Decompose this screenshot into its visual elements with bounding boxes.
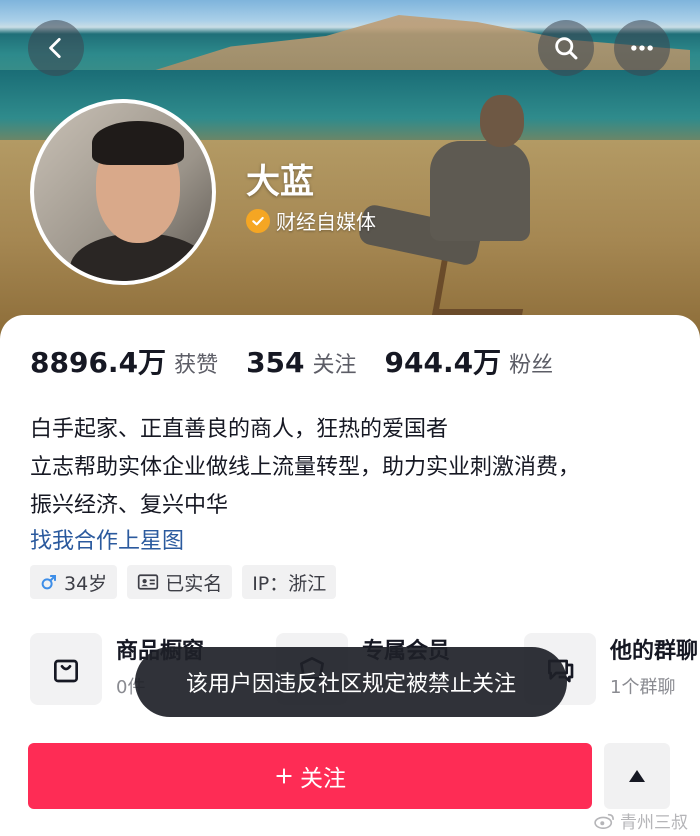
chevron-left-icon [49, 37, 61, 59]
follow-label: 关注 [300, 766, 346, 792]
tag-ip-location: IP：浙江 [242, 565, 337, 599]
feature-title: 他的群聊 [610, 639, 699, 664]
stats-row: 8896.4万 获赞 354 关注 944.4万 粉丝 [30, 341, 581, 381]
profile-tags: 34岁 已实名 IP：浙江 [30, 565, 337, 599]
follow-blocked-toast: 该用户因违反社区规定被禁止关注 [135, 647, 567, 717]
plus-icon [276, 768, 292, 784]
stat-followers[interactable]: 944.4万 粉丝 [385, 341, 554, 381]
back-button[interactable] [28, 20, 84, 76]
male-icon [41, 575, 56, 590]
shopping-bag-icon [54, 659, 78, 683]
weibo-watermark: 青州三叔 [594, 808, 688, 833]
weibo-icon [594, 813, 614, 829]
tag-verified-identity: 已实名 [127, 565, 233, 599]
watermark-text: 青州三叔 [620, 813, 688, 833]
verification-label: 财经自媒体 [276, 210, 376, 234]
search-button[interactable] [538, 20, 594, 76]
expand-button[interactable] [604, 743, 670, 809]
avatar[interactable] [30, 99, 216, 285]
stat-value: 944.4万 [384, 346, 502, 379]
banner-person-figure [357, 95, 540, 315]
tag-text: 已实名 [165, 572, 223, 595]
verified-check-icon [246, 208, 270, 233]
more-button[interactable] [614, 20, 670, 76]
verification-badge: 财经自媒体 [246, 206, 376, 235]
stat-likes: 8896.4万 获赞 [30, 341, 218, 381]
triangle-up-icon [629, 770, 645, 782]
bio: 白手起家、正直善良的商人，狂热的爱国者 立志帮助实体企业做线上流量转型，助力实业… [30, 411, 690, 525]
stat-label: 关注 [312, 353, 357, 378]
search-icon [555, 37, 578, 60]
stat-value: 8896.4万 [30, 346, 167, 379]
profile-name: 大蓝 [246, 162, 314, 202]
cooperation-link[interactable]: 找我合作上星图 [30, 523, 184, 555]
stat-label: 粉丝 [509, 353, 554, 378]
bio-line: 振兴经济、复兴中华 [30, 493, 229, 518]
follow-button[interactable]: 关注 [28, 743, 592, 809]
tag-text: IP：浙江 [252, 572, 327, 595]
bio-line: 立志帮助实体企业做线上流量转型，助力实业刺激消费， [30, 455, 581, 480]
more-horizontal-icon [631, 45, 653, 51]
tag-text: 34岁 [64, 572, 108, 595]
stat-value: 354 [246, 346, 305, 379]
stat-label: 获赞 [174, 353, 219, 378]
banner-mountain [130, 15, 690, 78]
bio-line: 白手起家、正直善良的商人，狂热的爱国者 [30, 417, 449, 442]
tag-age: 34岁 [30, 565, 118, 599]
id-card-icon [138, 574, 159, 590]
stat-following[interactable]: 354 关注 [246, 346, 356, 379]
feature-subtitle: 1个群聊 [610, 677, 676, 698]
